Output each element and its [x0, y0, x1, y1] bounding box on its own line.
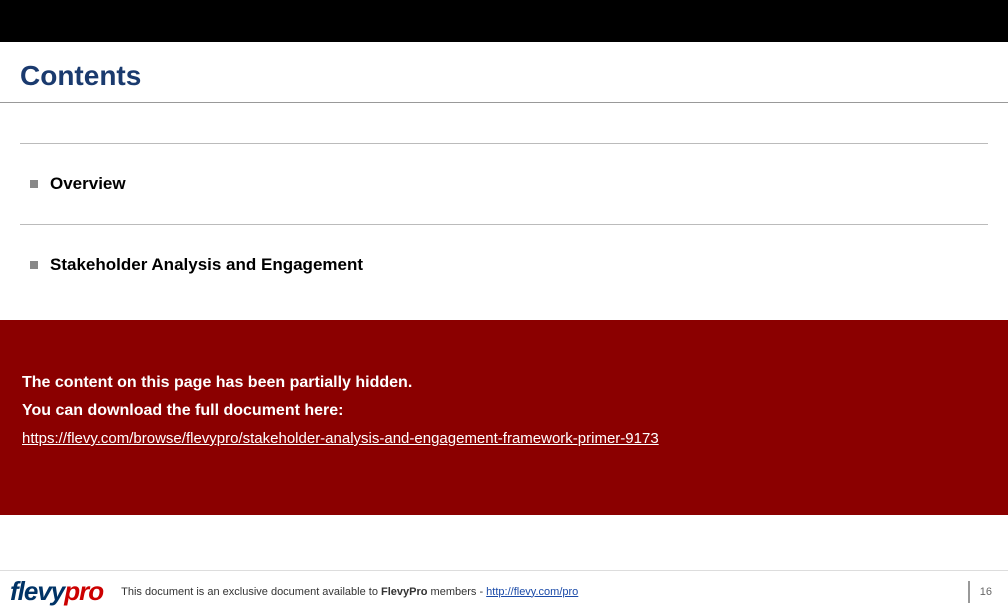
top-black-bar [0, 0, 1008, 42]
page-title: Contents [0, 42, 1008, 102]
overlay-download-link[interactable]: https://flevy.com/browse/flevypro/stakeh… [22, 430, 659, 447]
bullet-icon [30, 261, 38, 269]
title-divider [0, 102, 1008, 103]
list-item: Stakeholder Analysis and Engagement [0, 225, 1008, 305]
footer-text-prefix: This document is an exclusive document a… [121, 586, 381, 598]
footer-divider-icon [968, 581, 970, 603]
page-number: 16 [980, 586, 998, 598]
hidden-content-overlay: The content on this page has been partia… [0, 320, 1008, 515]
logo-text-pro: pro [64, 576, 103, 607]
footer-text: This document is an exclusive document a… [121, 586, 578, 598]
footer-link[interactable]: http://flevy.com/pro [486, 586, 578, 598]
overlay-message-2: You can download the full document here: [22, 402, 986, 420]
list-item-label: Stakeholder Analysis and Engagement [50, 255, 363, 275]
footer-text-bold: FlevyPro [381, 586, 427, 598]
footer-right: 16 [968, 581, 998, 603]
footer-text-suffix: members - [427, 586, 486, 598]
overlay-message-1: The content on this page has been partia… [22, 374, 986, 392]
bullet-icon [30, 180, 38, 188]
logo-text-flevy: flevy [10, 576, 64, 607]
list-item: Overview [0, 144, 1008, 224]
flevypro-logo: flevypro [10, 576, 103, 607]
list-item-label: Overview [50, 174, 126, 194]
footer: flevypro This document is an exclusive d… [0, 570, 1008, 612]
